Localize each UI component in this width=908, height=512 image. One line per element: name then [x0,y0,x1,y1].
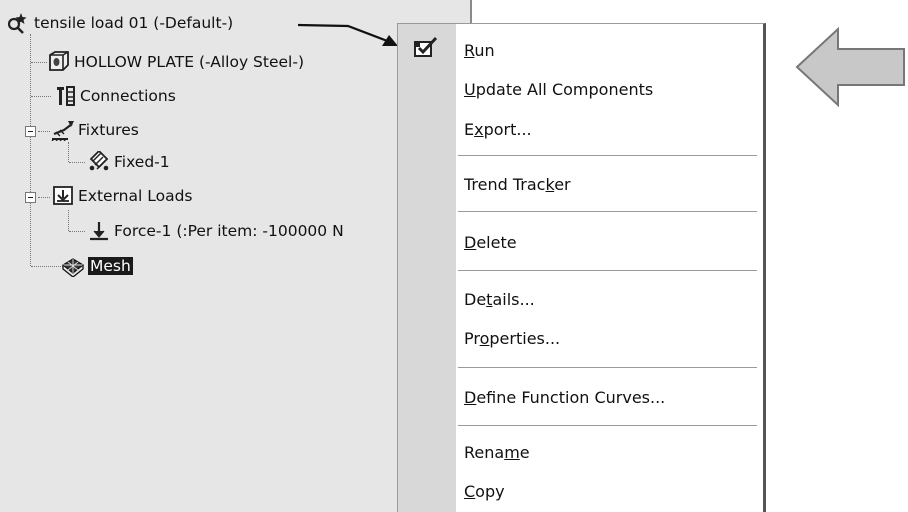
tree-item-fixtures[interactable]: Fixtures [50,119,139,141]
tree-item-part[interactable]: HOLLOW PLATE (-Alloy Steel-) [46,51,304,73]
tree-connector [30,34,31,266]
force-1-label: Force-1 (:Per item: -100000 N [114,222,344,240]
menu-separator [458,211,757,212]
tree-item-mesh[interactable]: Mesh [60,255,133,277]
part-icon [46,51,72,73]
menu-separator [458,155,757,156]
fixtures-label: Fixtures [78,121,139,139]
tree-connector [69,231,85,232]
force-arrow-icon [86,220,112,242]
collapse-fixtures-toggle[interactable] [25,126,36,137]
fixtures-icon [50,119,76,141]
tree-connector [38,197,50,198]
tree-item-fixed-1[interactable]: Fixed-1 [86,151,170,173]
tree-connector [68,142,69,162]
menu-item-export[interactable]: Export... [464,118,532,142]
tree-connector [69,162,85,163]
tree-connector [38,131,50,132]
context-menu: Run Update All Components Export... Tren… [397,23,766,512]
menu-item-update-all-components[interactable]: Update All Components [464,78,653,102]
menu-item-delete[interactable]: Delete [464,231,517,255]
connections-icon [52,85,78,107]
callout-pointer-arrow [297,23,398,46]
tree-item-external-loads[interactable]: External Loads [50,185,193,207]
tree-item-connections[interactable]: Connections [52,85,176,107]
tree-item-study-root[interactable]: tensile load 01 (-Default-) [2,12,233,34]
connections-label: Connections [80,87,176,105]
menu-separator [458,270,757,271]
external-loads-icon [50,185,76,207]
run-icon [413,36,439,64]
study-label: tensile load 01 (-Default-) [34,14,234,32]
tree-connector [68,210,69,231]
menu-item-define-function-curves[interactable]: Define Function Curves... [464,386,665,410]
left-block-arrow [795,26,905,108]
menu-item-run[interactable]: Run [464,39,495,63]
menu-item-details[interactable]: Details... [464,288,535,312]
menu-separator [458,367,757,368]
menu-separator [458,425,757,426]
collapse-external-loads-toggle[interactable] [25,192,36,203]
fixed-geometry-icon [86,151,112,173]
menu-item-copy[interactable]: Copy [464,480,505,504]
external-loads-label: External Loads [78,187,193,205]
mesh-label: Mesh [88,257,133,275]
menu-icon-gutter [398,24,456,512]
part-label: HOLLOW PLATE (-Alloy Steel-) [74,53,304,71]
menu-item-trend-tracker[interactable]: Trend Tracker [464,173,571,197]
mesh-icon [60,255,86,277]
tree-item-force-1[interactable]: Force-1 (:Per item: -100000 N [86,220,344,242]
tree-connector [31,96,51,97]
tree-connector [31,62,47,63]
study-icon [2,12,32,34]
fixed-1-label: Fixed-1 [114,153,170,171]
menu-item-properties[interactable]: Properties... [464,327,560,351]
menu-item-rename[interactable]: Rename [464,441,530,465]
